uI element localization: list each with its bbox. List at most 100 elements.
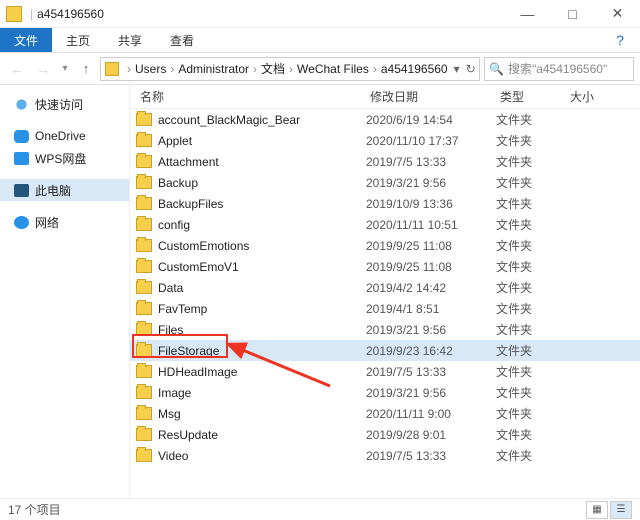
file-name: FileStorage — [158, 344, 219, 358]
search-icon: 🔍 — [489, 62, 504, 76]
file-date: 2019/3/21 9:56 — [366, 386, 496, 400]
file-name: config — [158, 218, 190, 232]
table-row[interactable]: CustomEmotions2019/9/25 11:08文件夹 — [130, 235, 640, 256]
table-row[interactable]: Video2019/7/5 13:33文件夹 — [130, 445, 640, 466]
title-separator: | — [30, 7, 33, 21]
sidebar-item-wps[interactable]: WPS网盘 — [0, 147, 129, 169]
window-title: a454196560 — [37, 7, 104, 21]
file-name: Attachment — [158, 155, 219, 169]
folder-icon — [136, 365, 152, 378]
file-type: 文件夹 — [496, 363, 566, 380]
file-rows: account_BlackMagic_Bear2020/6/19 14:54文件… — [130, 109, 640, 498]
ribbon-tab-share[interactable]: 共享 — [104, 28, 156, 52]
folder-icon — [136, 134, 152, 147]
minimize-button[interactable]: — — [505, 0, 550, 28]
table-row[interactable]: Attachment 2019/7/5 13:33文件夹 — [130, 151, 640, 172]
folder-icon — [136, 302, 152, 315]
file-type: 文件夹 — [496, 111, 566, 128]
file-type: 文件夹 — [496, 447, 566, 464]
table-row[interactable]: Data2019/4/2 14:42文件夹 — [130, 277, 640, 298]
folder-icon — [136, 113, 152, 126]
table-row[interactable]: BackupFiles2019/10/9 13:36文件夹 — [130, 193, 640, 214]
col-date[interactable]: 修改日期 — [366, 88, 496, 105]
breadcrumb-seg[interactable]: WeChat Files — [297, 62, 369, 76]
item-count: 17 个项目 — [8, 501, 61, 518]
table-row[interactable]: ResUpdate2019/9/28 9:01文件夹 — [130, 424, 640, 445]
table-row[interactable]: Applet2020/11/10 17:37文件夹 — [130, 130, 640, 151]
col-size[interactable]: 大小 — [566, 88, 640, 105]
folder-icon — [136, 428, 152, 441]
file-date: 2020/11/11 9:00 — [366, 407, 496, 421]
table-row[interactable]: Msg2020/11/11 9:00文件夹 — [130, 403, 640, 424]
file-type: 文件夹 — [496, 321, 566, 338]
folder-icon — [136, 449, 152, 462]
table-row[interactable]: Files2019/3/21 9:56文件夹 — [130, 319, 640, 340]
table-row[interactable]: Backup2019/3/21 9:56文件夹 — [130, 172, 640, 193]
breadcrumb-seg[interactable]: a454196560 — [381, 62, 448, 76]
view-large-icons-button[interactable]: ▦ — [586, 501, 608, 519]
maximize-button[interactable]: □ — [550, 0, 595, 28]
sidebar-item-net[interactable]: 网络 — [0, 211, 129, 233]
file-type: 文件夹 — [496, 384, 566, 401]
address-dropdown-icon[interactable]: ▾ — [454, 62, 460, 76]
file-name: account_BlackMagic_Bear — [158, 113, 300, 127]
file-date: 2019/7/5 13:33 — [366, 365, 496, 379]
ribbon-tab-view[interactable]: 查看 — [156, 28, 208, 52]
table-row[interactable]: Image2019/3/21 9:56文件夹 — [130, 382, 640, 403]
cloud-icon — [14, 130, 29, 143]
table-row[interactable]: HDHeadImage 2019/7/5 13:33文件夹 — [130, 361, 640, 382]
file-type: 文件夹 — [496, 258, 566, 275]
file-date: 2019/9/23 16:42 — [366, 344, 496, 358]
breadcrumb-seg[interactable]: 文档 — [261, 60, 285, 77]
search-input[interactable]: 🔍 搜索"a454196560" — [484, 57, 634, 81]
folder-icon — [136, 155, 152, 168]
close-button[interactable]: ✕ — [595, 0, 640, 28]
nav-forward-button[interactable]: → — [32, 58, 54, 80]
breadcrumb-seg[interactable]: Users — [135, 62, 166, 76]
col-type[interactable]: 类型 — [496, 88, 566, 105]
file-type: 文件夹 — [496, 426, 566, 443]
column-headers: 名称 修改日期 类型 大小 — [130, 85, 640, 109]
breadcrumb-sep: › — [373, 62, 377, 76]
net-icon — [14, 216, 29, 229]
nav-back-button[interactable]: ← — [6, 58, 28, 80]
ribbon-tab-file[interactable]: 文件 — [0, 28, 52, 52]
table-row[interactable]: account_BlackMagic_Bear2020/6/19 14:54文件… — [130, 109, 640, 130]
folder-icon — [136, 260, 152, 273]
breadcrumb-seg[interactable]: Administrator — [178, 62, 249, 76]
table-row[interactable]: FavTemp2019/4/1 8:51文件夹 — [130, 298, 640, 319]
file-type: 文件夹 — [496, 174, 566, 191]
refresh-icon[interactable]: ↻ — [466, 62, 476, 76]
nav-up-button[interactable]: ↑ — [76, 58, 96, 80]
sidebar-item-star[interactable]: 快速访问 — [0, 93, 129, 115]
file-name: BackupFiles — [158, 197, 223, 211]
folder-icon — [136, 176, 152, 189]
file-type: 文件夹 — [496, 153, 566, 170]
window-buttons: — □ ✕ — [505, 0, 640, 28]
file-name: HDHeadImage — [158, 365, 237, 379]
file-type: 文件夹 — [496, 405, 566, 422]
ribbon-help-button[interactable]: ? — [600, 28, 640, 52]
table-row[interactable]: config2020/11/11 10:51文件夹 — [130, 214, 640, 235]
view-buttons: ▦ ☰ — [586, 501, 632, 519]
search-placeholder: 搜索"a454196560" — [508, 60, 607, 77]
wps-icon — [14, 152, 29, 165]
view-details-button[interactable]: ☰ — [610, 501, 632, 519]
file-date: 2019/7/5 13:33 — [366, 155, 496, 169]
address-bar[interactable]: › Users › Administrator › 文档 › WeChat Fi… — [100, 57, 480, 81]
col-name[interactable]: 名称 — [136, 88, 366, 105]
folder-icon — [136, 323, 152, 336]
folder-icon — [136, 281, 152, 294]
sidebar-item-label: OneDrive — [35, 129, 86, 143]
file-date: 2019/9/28 9:01 — [366, 428, 496, 442]
nav-history-dropdown[interactable]: ▾ — [58, 58, 72, 80]
file-date: 2020/11/11 10:51 — [366, 218, 496, 232]
sidebar-item-cloud[interactable]: OneDrive — [0, 125, 129, 147]
ribbon-tab-home[interactable]: 主页 — [52, 28, 104, 52]
table-row[interactable]: FileStorage2019/9/23 16:42文件夹 — [130, 340, 640, 361]
star-icon — [14, 98, 29, 111]
address-folder-icon — [105, 62, 119, 76]
file-name: Backup — [158, 176, 198, 190]
table-row[interactable]: CustomEmoV12019/9/25 11:08文件夹 — [130, 256, 640, 277]
sidebar-item-pc[interactable]: 此电脑 — [0, 179, 129, 201]
